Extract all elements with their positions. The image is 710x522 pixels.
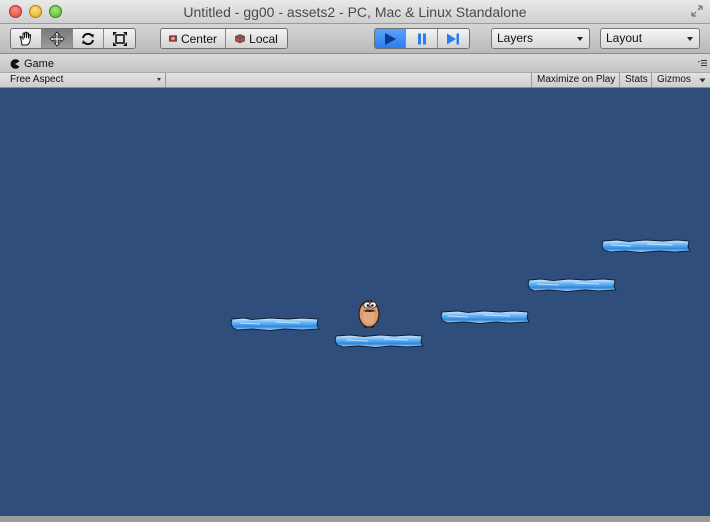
layout-label: Layout: [606, 31, 643, 45]
transform-tools: [10, 28, 136, 49]
aspect-label: Free Aspect: [10, 74, 64, 85]
ice-platform: [527, 278, 617, 292]
ice-platform: [230, 317, 320, 331]
gizmos-dropdown[interactable]: Gizmos: [651, 73, 710, 87]
hand-tool-button[interactable]: [11, 29, 42, 48]
layout-dropdown[interactable]: Layout: [600, 28, 700, 49]
ice-platform: [334, 334, 424, 348]
game-view-controls: Free Aspect Maximize on Play Stats Gizmo…: [0, 72, 710, 88]
stats-label: Stats: [625, 74, 648, 85]
pivot-controls: Center Local: [160, 28, 288, 49]
main-toolbar: Center Local Layers Layout: [0, 24, 710, 54]
window-bottom-edge: [0, 516, 710, 522]
panel-menu-icon[interactable]: [697, 58, 707, 68]
play-button[interactable]: [375, 29, 407, 48]
game-viewport[interactable]: [0, 88, 710, 516]
maximize-on-play-label: Maximize on Play: [537, 74, 616, 85]
rotate-tool-button[interactable]: [73, 29, 104, 48]
rotate-icon: [82, 32, 94, 45]
pivot-local-button[interactable]: Local: [226, 29, 287, 48]
pause-button[interactable]: [406, 29, 438, 48]
player-character: [358, 300, 380, 328]
layers-label: Layers: [497, 31, 534, 45]
play-controls: [374, 28, 470, 49]
chevron-down-icon: [157, 78, 161, 81]
window-title: Untitled - gg00 - assets2 - PC, Mac & Li…: [183, 4, 527, 20]
layers-dropdown[interactable]: Layers: [491, 28, 590, 49]
chevron-down-icon: [577, 37, 583, 41]
pause-icon: [417, 33, 426, 44]
step-button[interactable]: [437, 29, 469, 48]
tab-game-label: Game: [24, 57, 54, 70]
hand-icon: [19, 31, 32, 45]
pivot-center-button[interactable]: Center: [161, 29, 226, 48]
move-icon: [49, 30, 65, 47]
pacman-icon: [10, 58, 20, 69]
scale-tool-button[interactable]: [104, 29, 135, 48]
local-space-icon: [235, 34, 246, 43]
ice-platform: [601, 239, 691, 253]
window-titlebar: Untitled - gg00 - assets2 - PC, Mac & Li…: [0, 0, 710, 24]
move-tool-button[interactable]: [42, 29, 73, 48]
tab-game[interactable]: Game: [4, 55, 60, 72]
chevron-down-icon: [699, 78, 706, 83]
ice-platform: [440, 310, 530, 324]
chevron-down-icon: [687, 37, 693, 41]
pivot-center-label: Center: [180, 31, 217, 46]
fullscreen-icon[interactable]: [690, 4, 704, 18]
maximize-on-play-toggle[interactable]: Maximize on Play: [531, 73, 619, 87]
pivot-local-label: Local: [249, 31, 278, 46]
scale-icon: [112, 31, 127, 46]
panel-tabbar: Game: [0, 54, 710, 72]
stats-toggle[interactable]: Stats: [619, 73, 652, 87]
step-icon: [447, 33, 460, 44]
play-icon: [385, 32, 397, 45]
aspect-dropdown[interactable]: Free Aspect: [0, 73, 166, 87]
pivot-center-icon: [169, 35, 177, 42]
gizmos-label: Gizmos: [657, 74, 691, 85]
